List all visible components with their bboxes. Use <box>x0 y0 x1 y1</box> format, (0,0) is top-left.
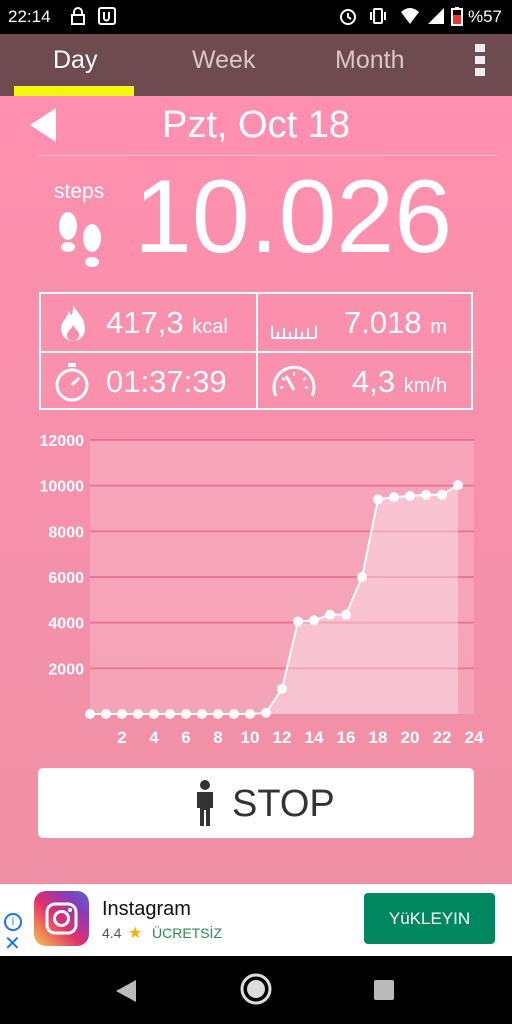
status-time: 22:14 <box>8 7 51 26</box>
back-icon[interactable] <box>114 978 138 1004</box>
data-point <box>453 480 463 491</box>
star-icon: ★ <box>128 925 143 942</box>
data-point <box>261 707 271 718</box>
date-title: Pzt, Oct 18 <box>162 104 350 146</box>
steps-chart: 20004000600080001000012000 2 4 6 8 10 12 14 16 1… <box>40 433 484 747</box>
status-bar: 22:14 %57 <box>0 0 512 34</box>
data-point <box>165 709 175 719</box>
data-point <box>133 709 143 719</box>
app-notification-icon <box>98 7 116 25</box>
x-tick-label: 12 <box>273 728 292 747</box>
x-tick-label: 14 <box>305 728 324 747</box>
battery-icon <box>451 7 463 26</box>
duration-stat: 01:37:39 <box>106 364 227 400</box>
ad-install-button[interactable]: YüKLEYIN <box>364 893 495 944</box>
divider <box>38 155 498 156</box>
navigation-bar <box>0 956 512 1024</box>
data-point <box>373 494 383 505</box>
data-point <box>389 492 399 503</box>
data-point <box>181 709 191 719</box>
instagram-logo-icon[interactable] <box>34 891 89 946</box>
x-tick-label: 24 <box>465 728 484 747</box>
data-point <box>421 489 431 500</box>
y-tick-label: 6000 <box>48 570 84 587</box>
signal-icon <box>428 8 444 24</box>
ad-price: ÜCRETSİZ <box>152 925 222 941</box>
steps-count: 10.026 <box>134 159 453 275</box>
tab-day[interactable]: Day <box>53 46 97 75</box>
flame-icon <box>61 305 85 341</box>
duration-value: 01:37:39 <box>106 364 227 399</box>
speedometer-icon <box>272 365 316 397</box>
calories-stat: 417,3 kcal <box>106 305 228 341</box>
data-point <box>325 609 335 620</box>
data-point <box>357 572 367 582</box>
speed-stat: 4,3 km/h <box>352 364 447 400</box>
active-tab-indicator <box>14 86 134 96</box>
calories-value: 417,3 <box>106 305 184 340</box>
recents-icon[interactable] <box>373 979 395 1001</box>
lock-icon <box>71 7 85 25</box>
data-point <box>245 709 255 719</box>
stop-button-label: STOP <box>232 783 335 825</box>
tab-week[interactable]: Week <box>192 46 255 75</box>
calories-unit: kcal <box>192 316 228 338</box>
y-tick-label: 12000 <box>40 433 85 450</box>
x-tick-label: 6 <box>181 728 190 747</box>
ad-info-icon[interactable]: i <box>4 913 22 931</box>
x-tick-label: 18 <box>369 728 388 747</box>
distance-stat: 7.018 m <box>344 305 447 341</box>
data-point <box>197 709 207 719</box>
home-icon[interactable] <box>239 972 273 1006</box>
y-tick-label: 4000 <box>48 616 84 633</box>
ad-title: Instagram <box>102 898 191 920</box>
more-options-icon[interactable] <box>472 44 488 80</box>
ad-close-icon[interactable]: ✕ <box>4 931 21 956</box>
speed-unit: km/h <box>403 375 448 397</box>
x-tick-label: 16 <box>337 728 356 747</box>
x-tick-label: 2 <box>117 728 126 747</box>
steps-label: steps <box>54 180 105 203</box>
data-point <box>85 709 95 719</box>
y-tick-label: 10000 <box>40 479 85 496</box>
footprints-icon <box>59 212 101 267</box>
tab-month[interactable]: Month <box>335 46 404 75</box>
data-point <box>277 683 287 694</box>
data-point <box>405 490 415 501</box>
stopwatch-icon <box>55 363 89 402</box>
battery-level: %57 <box>467 7 502 26</box>
ad-rating: 4.4 <box>102 925 122 941</box>
data-point <box>437 489 447 500</box>
data-point <box>229 709 239 719</box>
x-tick-label: 8 <box>213 728 222 747</box>
data-point <box>149 709 159 719</box>
person-icon <box>197 780 213 826</box>
y-tick-label: 8000 <box>48 524 84 541</box>
data-point <box>101 709 111 719</box>
vibrate-icon <box>370 8 386 24</box>
data-point <box>117 709 127 719</box>
x-tick-label: 22 <box>433 728 452 747</box>
data-point <box>213 709 223 719</box>
data-point <box>341 609 351 620</box>
y-tick-label: 2000 <box>48 661 84 678</box>
distance-unit: m <box>430 316 447 338</box>
x-tick-label: 20 <box>401 728 420 747</box>
alarm-icon <box>340 9 356 25</box>
wifi-icon <box>401 8 419 24</box>
distance-value: 7.018 <box>344 305 422 340</box>
speed-value: 4,3 <box>352 364 396 399</box>
data-point <box>309 615 319 626</box>
x-tick-label: 10 <box>241 728 260 747</box>
ruler-icon <box>271 326 317 339</box>
data-point <box>293 616 303 627</box>
x-tick-label: 4 <box>149 728 159 747</box>
